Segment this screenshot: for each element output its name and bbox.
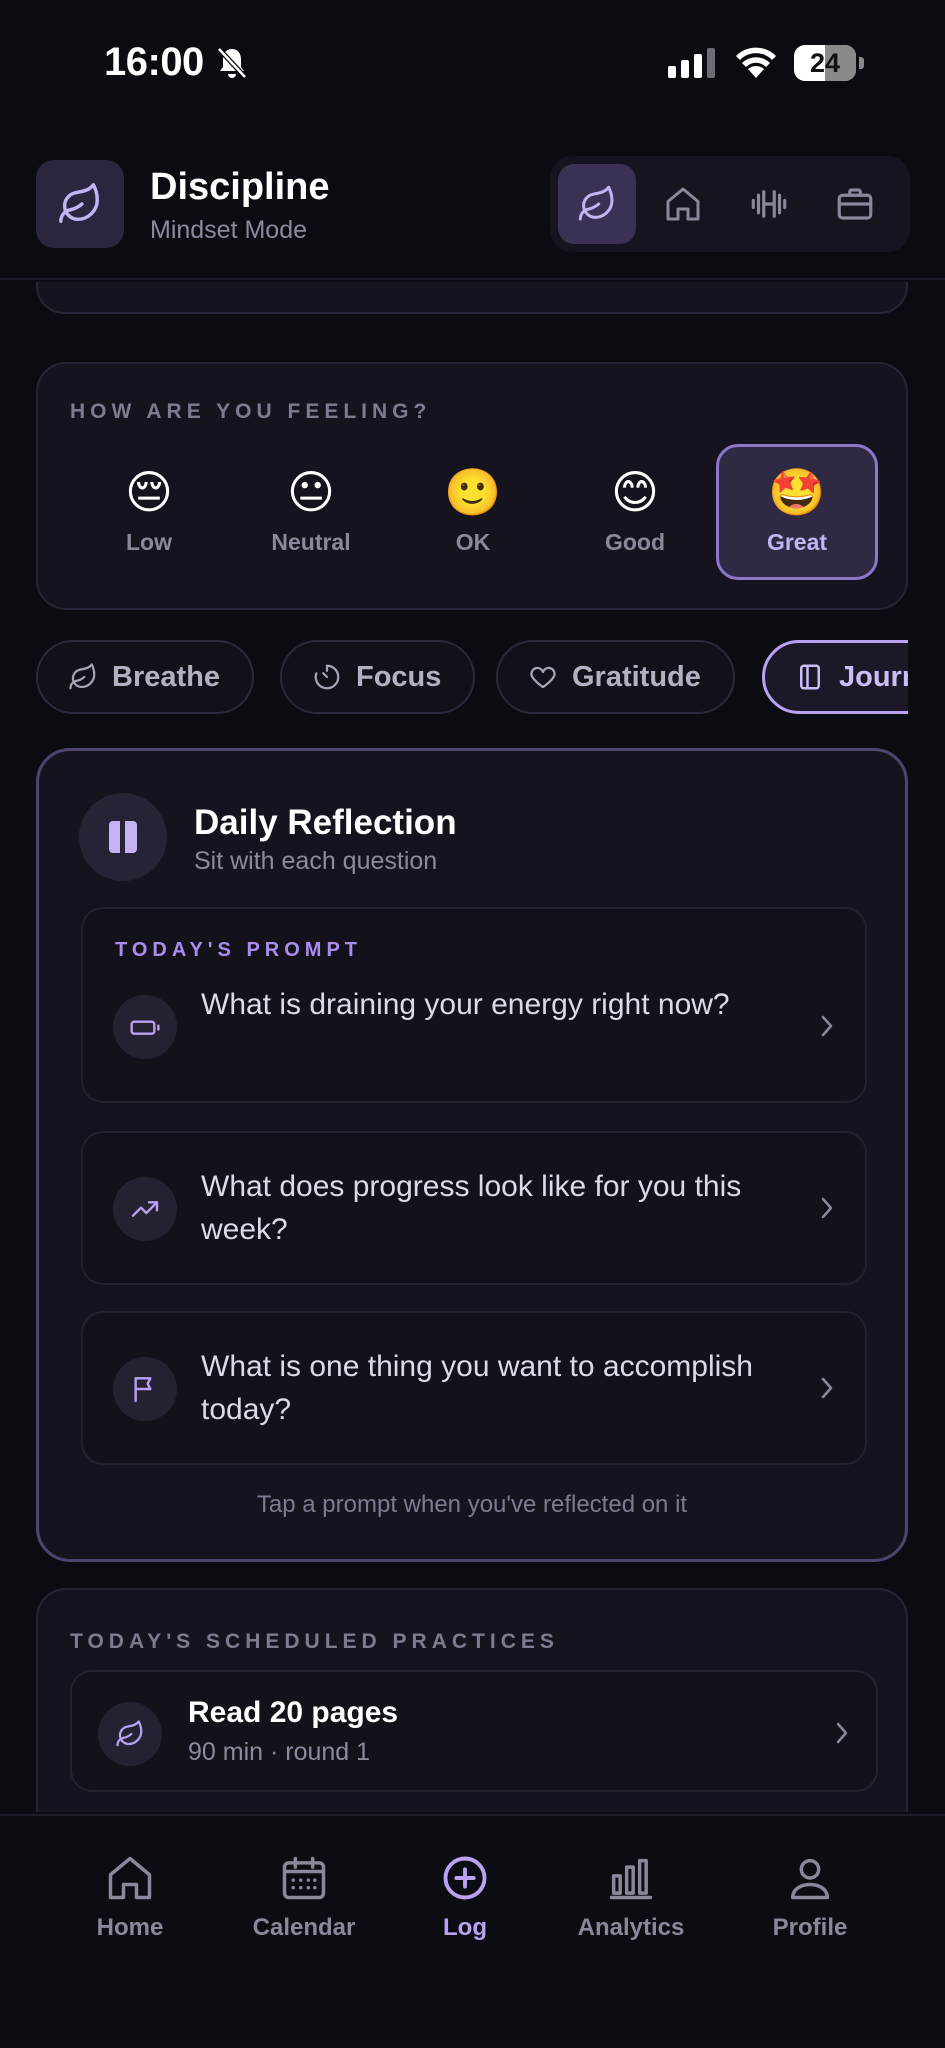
- bottom-nav: Home Calendar Log Analytics Profile: [0, 1814, 945, 2048]
- chip-gratitude[interactable]: Gratitude: [496, 640, 735, 714]
- journal-icon: [79, 793, 167, 881]
- slight-smile-icon: 🙂: [444, 464, 502, 519]
- mood-section-label: HOW ARE YOU FEELING?: [70, 400, 432, 423]
- mode-fitness-button[interactable]: [730, 164, 808, 244]
- heart-icon: [530, 666, 556, 689]
- cellular-signal-icon: [668, 48, 718, 78]
- scheduled-section-label: TODAY'S SCHEDULED PRACTICES: [70, 1630, 559, 1653]
- nav-home[interactable]: Home: [74, 1852, 186, 1942]
- nav-analytics[interactable]: Analytics: [568, 1852, 694, 1942]
- prompt-item-energy[interactable]: TODAY'S PROMPT What is draining your ene…: [81, 907, 867, 1103]
- chevron-right-icon: [819, 1375, 835, 1401]
- mode-switcher: [550, 156, 910, 252]
- leaf-icon: [98, 1702, 162, 1766]
- page-subtitle: Mindset Mode: [150, 216, 308, 244]
- chip-focus[interactable]: Focus: [280, 640, 476, 714]
- mode-home-button[interactable]: [644, 164, 722, 244]
- main-content[interactable]: HOW ARE YOU FEELING? 😔 Low 😐 Neutral 🙂 O…: [0, 282, 945, 1812]
- mood-option-ok[interactable]: 🙂 OK: [392, 444, 554, 580]
- practice-chips: Breathe Focus Gratitude Journal: [36, 638, 908, 718]
- chip-breathe[interactable]: Breathe: [36, 640, 254, 714]
- app-header: Discipline Mindset Mode: [0, 140, 945, 280]
- battery-indicator: 24: [794, 45, 856, 81]
- mood-option-great[interactable]: 🤩 Great: [716, 444, 878, 580]
- app-logo: [36, 160, 124, 248]
- reflection-title: Daily Reflection: [194, 803, 457, 842]
- leaf-icon: [578, 185, 614, 221]
- chevron-right-icon: [819, 1013, 835, 1039]
- practice-meta: 90 min · round 1: [188, 1738, 371, 1766]
- status-bar: 16:00 24: [0, 0, 945, 120]
- scheduled-practices-card: TODAY'S SCHEDULED PRACTICES Read 20 page…: [36, 1588, 908, 1812]
- sad-face-icon: 😔: [125, 464, 173, 519]
- calendar-icon: [282, 1856, 326, 1900]
- bar-chart-icon: [609, 1858, 653, 1900]
- profile-icon: [790, 1858, 830, 1900]
- wifi-icon: [734, 44, 778, 78]
- leaf-icon: [59, 183, 99, 223]
- page-title: Discipline: [150, 166, 330, 208]
- mode-work-button[interactable]: [816, 164, 894, 244]
- mode-mindset-button[interactable]: [558, 164, 636, 244]
- prompt-item-accomplish[interactable]: What is one thing you want to accomplish…: [81, 1311, 867, 1465]
- chevron-right-icon: [834, 1720, 850, 1746]
- briefcase-icon: [837, 188, 873, 220]
- daily-reflection-card: Daily Reflection Sit with each question …: [36, 748, 908, 1562]
- status-time: 16:00: [104, 40, 204, 84]
- practice-item[interactable]: Read 20 pages 90 min · round 1: [70, 1670, 878, 1792]
- mood-options: 😔 Low 😐 Neutral 🙂 OK 😊 Good 🤩 Great: [68, 444, 878, 580]
- battery-icon: [113, 995, 177, 1059]
- star-struck-face-icon: 🤩: [768, 464, 826, 519]
- dumbbell-icon: [751, 190, 787, 218]
- home-icon: [666, 187, 700, 221]
- trending-up-icon: [113, 1177, 177, 1241]
- reflection-hint: Tap a prompt when you've reflected on it: [256, 1491, 688, 1518]
- chevron-right-icon: [819, 1195, 835, 1221]
- plus-circle-icon: [443, 1856, 487, 1900]
- mood-option-neutral[interactable]: 😐 Neutral: [230, 444, 392, 580]
- journal-icon: [800, 664, 820, 690]
- mood-option-good[interactable]: 😊 Good: [554, 444, 716, 580]
- chip-journal[interactable]: Journal: [762, 640, 908, 714]
- mood-option-low[interactable]: 😔 Low: [68, 444, 230, 580]
- previous-card: [36, 282, 908, 314]
- timer-icon: [314, 664, 340, 690]
- nav-profile[interactable]: Profile: [760, 1852, 860, 1942]
- prompt-item-progress[interactable]: What does progress look like for you thi…: [81, 1131, 867, 1285]
- leaf-icon: [69, 663, 96, 690]
- home-icon: [108, 1856, 152, 1900]
- mood-card: HOW ARE YOU FEELING? 😔 Low 😐 Neutral 🙂 O…: [36, 362, 908, 610]
- nav-log[interactable]: Log: [424, 1852, 506, 1942]
- bell-muted-icon: [216, 46, 248, 80]
- smile-face-icon: 😊: [611, 464, 659, 519]
- practice-title: Read 20 pages: [188, 1696, 399, 1729]
- todays-prompt-label: TODAY'S PROMPT: [115, 939, 363, 961]
- reflection-subtitle: Sit with each question: [194, 847, 438, 875]
- flag-icon: [113, 1357, 177, 1421]
- neutral-face-icon: 😐: [287, 464, 335, 519]
- nav-calendar[interactable]: Calendar: [240, 1852, 368, 1942]
